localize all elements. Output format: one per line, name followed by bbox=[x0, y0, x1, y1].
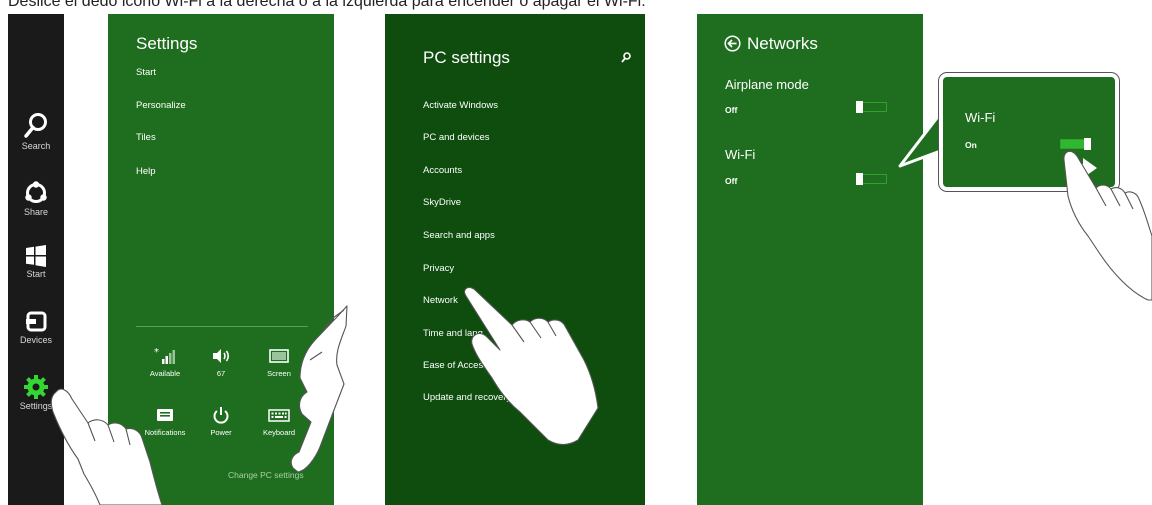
tile-label: Available bbox=[149, 369, 181, 378]
callout-wifi-toggle[interactable] bbox=[1060, 138, 1091, 150]
tile-label: 67 bbox=[216, 369, 226, 378]
charms-bar: Search Share Start Devices Settings bbox=[8, 14, 64, 505]
back-arrow-icon[interactable] bbox=[724, 35, 741, 52]
instruction-caption: Deslice el dedo icono Wi-Fi a la derecha… bbox=[8, 0, 646, 10]
screen-icon bbox=[269, 349, 289, 363]
network-tile[interactable]: * Available bbox=[136, 347, 194, 378]
charm-label: Settings bbox=[19, 401, 53, 411]
windows-icon bbox=[26, 245, 46, 267]
networks-pane: Networks Airplane mode Off Wi-Fi Off bbox=[697, 14, 923, 505]
callout-wifi-state: On bbox=[965, 140, 977, 150]
airplane-mode-toggle[interactable] bbox=[856, 101, 887, 113]
keyboard-tile[interactable]: Keyboard bbox=[250, 406, 308, 437]
settings-item-tiles[interactable]: Tiles bbox=[136, 132, 156, 143]
charm-start[interactable]: Start bbox=[8, 244, 64, 279]
power-icon bbox=[213, 407, 229, 424]
airplane-mode-state: Off bbox=[725, 105, 738, 115]
settings-pane: Settings Start Personalize Tiles Help * … bbox=[108, 14, 334, 505]
gear-icon bbox=[24, 375, 48, 399]
pcs-item-pc-and-devices[interactable]: PC and devices bbox=[423, 132, 490, 143]
charm-share[interactable]: Share bbox=[8, 180, 64, 217]
volume-icon bbox=[213, 349, 230, 363]
tile-label: Screen bbox=[267, 369, 291, 378]
tile-label: Notifications bbox=[144, 428, 186, 437]
charm-label: Devices bbox=[19, 335, 52, 345]
charm-label: Search bbox=[21, 141, 51, 151]
change-pc-settings-link[interactable]: Change PC settings bbox=[228, 470, 304, 480]
pcs-item-accounts[interactable]: Accounts bbox=[423, 165, 462, 176]
wifi-label: Wi-Fi bbox=[725, 147, 756, 162]
search-icon[interactable] bbox=[621, 52, 631, 63]
share-icon bbox=[25, 181, 47, 203]
pcs-item-update-and-recovery[interactable]: Update and recovery bbox=[423, 392, 511, 403]
devices-icon bbox=[26, 311, 47, 332]
pcs-item-search-and-apps[interactable]: Search and apps bbox=[423, 230, 495, 241]
charm-label: Start bbox=[26, 269, 46, 279]
keyboard-icon bbox=[268, 409, 290, 422]
settings-divider bbox=[136, 326, 308, 327]
notifications-icon bbox=[157, 409, 173, 421]
screen-tile[interactable]: Screen bbox=[250, 347, 308, 378]
charm-settings[interactable]: Settings bbox=[8, 374, 64, 411]
pcs-item-network[interactable]: Network bbox=[423, 295, 458, 306]
pcs-item-ease-of-access[interactable]: Ease of Access bbox=[423, 360, 488, 371]
signal-icon: * bbox=[154, 347, 175, 364]
pcs-item-privacy[interactable]: Privacy bbox=[423, 263, 454, 274]
volume-tile[interactable]: 67 bbox=[192, 347, 250, 378]
settings-item-help[interactable]: Help bbox=[136, 166, 156, 177]
tile-label: Power bbox=[210, 428, 232, 437]
charm-devices[interactable]: Devices bbox=[8, 310, 64, 345]
pc-settings-pane: PC settings Activate Windows PC and devi… bbox=[385, 14, 645, 505]
pcs-item-activate-windows[interactable]: Activate Windows bbox=[423, 100, 498, 111]
search-icon bbox=[24, 113, 47, 138]
charm-label: Share bbox=[23, 207, 49, 217]
power-tile[interactable]: Power bbox=[192, 406, 250, 437]
settings-item-start[interactable]: Start bbox=[136, 67, 156, 78]
pc-settings-title: PC settings bbox=[423, 48, 510, 67]
wifi-zoom-callout: Wi-Fi On bbox=[939, 73, 1119, 191]
callout-wifi-label: Wi-Fi bbox=[965, 110, 996, 125]
notifications-tile[interactable]: Notifications bbox=[136, 406, 194, 437]
networks-title: Networks bbox=[747, 34, 818, 53]
svg-text:*: * bbox=[154, 347, 159, 358]
pcs-item-skydrive[interactable]: SkyDrive bbox=[423, 197, 461, 208]
charm-search[interactable]: Search bbox=[8, 112, 64, 151]
airplane-mode-label: Airplane mode bbox=[725, 77, 809, 92]
wifi-state: Off bbox=[725, 176, 738, 186]
tile-label: Keyboard bbox=[262, 428, 296, 437]
pcs-item-time-and-language[interactable]: Time and lang bbox=[423, 328, 483, 339]
swipe-right-arrow-icon bbox=[1065, 158, 1097, 178]
settings-title: Settings bbox=[136, 34, 198, 53]
settings-item-personalize[interactable]: Personalize bbox=[136, 100, 186, 111]
wifi-toggle[interactable] bbox=[856, 173, 887, 185]
